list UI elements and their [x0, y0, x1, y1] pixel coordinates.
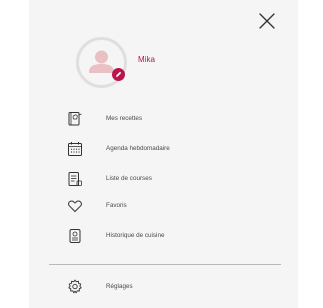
menu-item-label: Historique de cuisine	[106, 232, 165, 239]
menu-item-label: Liste de courses	[106, 175, 152, 182]
shopping-list-icon	[68, 172, 82, 186]
calendar-icon	[68, 142, 82, 156]
menu-item-agenda-hebdomadaire[interactable]: Agenda hebdomadaire	[65, 141, 265, 159]
side-menu-drawer: Mika Mes recettes Agenda hebdomadaire Li…	[29, 0, 298, 308]
menu-item-reglages[interactable]: Réglages	[65, 279, 265, 297]
close-icon[interactable]	[258, 12, 276, 30]
recipe-book-icon	[68, 112, 82, 126]
menu-item-mes-recettes[interactable]: Mes recettes	[65, 111, 265, 129]
gear-icon	[68, 279, 82, 294]
menu-item-historique-de-cuisine[interactable]: Historique de cuisine	[65, 228, 265, 246]
menu-divider	[49, 264, 281, 265]
avatar[interactable]	[76, 37, 127, 88]
menu-item-favoris[interactable]: Favoris	[65, 198, 265, 216]
menu-item-label: Favoris	[106, 202, 127, 209]
menu-item-label: Réglages	[106, 283, 133, 290]
cooking-history-icon	[69, 229, 81, 243]
menu-item-liste-de-courses[interactable]: Liste de courses	[65, 171, 265, 189]
profile-name: Mika	[138, 55, 155, 64]
menu-item-label: Mes recettes	[106, 115, 143, 122]
menu-item-label: Agenda hebdomadaire	[106, 145, 170, 152]
edit-avatar-button[interactable]	[112, 68, 125, 81]
pencil-icon	[116, 71, 122, 77]
heart-icon	[68, 200, 82, 213]
